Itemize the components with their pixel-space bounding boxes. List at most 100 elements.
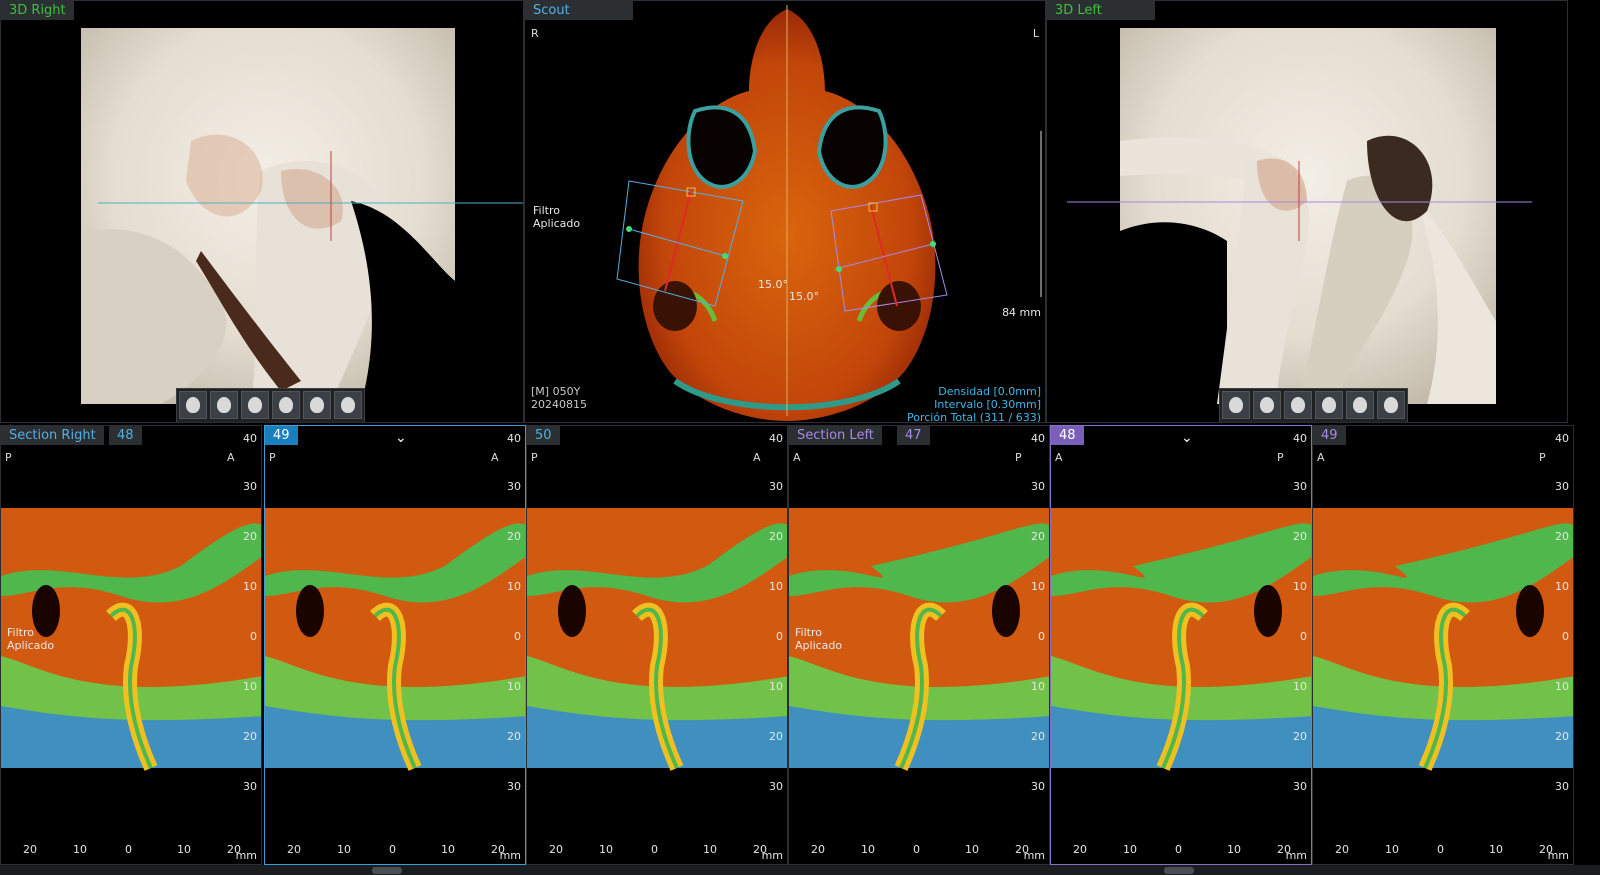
ruler-tick-label: 30 (243, 480, 257, 493)
ruler-tick-label: 10 (243, 680, 257, 693)
horizontal-scrollbar[interactable] (0, 865, 1600, 875)
filter-label: Filtro Aplicado (7, 626, 54, 652)
slice-info: Densidad [0.0mm] Intervalo [0.30mm] Porc… (906, 385, 1041, 423)
ruler-tick-label: 10 (337, 843, 351, 856)
head-front-icon[interactable] (1222, 391, 1250, 419)
slice-number[interactable]: 49 (1313, 426, 1346, 445)
ruler-tick-label: 0 (514, 630, 521, 643)
ruler-tick-label: 20 (769, 530, 783, 543)
view-orientation-toolbar (176, 388, 365, 422)
ruler-tick-label: 10 (507, 680, 521, 693)
head-right-icon[interactable] (210, 391, 238, 419)
view-3d-left[interactable]: 3D Left (1046, 0, 1568, 423)
section-group-title: Section Left (789, 426, 882, 445)
ruler-tick-label: 0 (1562, 630, 1569, 643)
slice-number[interactable]: 48 (109, 426, 142, 445)
section-view-5[interactable]: 48 ⌄ A P 40 30 20 10 0 10 20 30 20 10 0 10 20 mm (1050, 425, 1312, 865)
orientation-label-left: A (793, 451, 801, 464)
portion-label: Porción Total (311 / 633) (906, 411, 1041, 423)
ruler-tick-label: 10 (599, 843, 613, 856)
ruler-tick-label: 0 (1038, 630, 1045, 643)
head-left-icon[interactable] (241, 391, 269, 419)
filter-label: Filtro Aplicado (533, 204, 580, 230)
section-view-2[interactable]: 49 ⌄ P A 40 30 20 10 0 10 20 30 20 10 0 10 20 mm (264, 425, 526, 865)
section-view-3[interactable]: 50 P A 40 30 20 10 0 10 20 30 20 10 0 10 20 mm (526, 425, 788, 865)
angle-right-label: 15.0° (758, 278, 788, 291)
orientation-label-right: A (491, 451, 499, 464)
orientation-label-left: P (269, 451, 276, 464)
filter-line-1: Filtro (533, 204, 560, 217)
ruler-tick-label: 20 (549, 843, 563, 856)
ruler-tick-label: 30 (507, 480, 521, 493)
section-view-6[interactable]: 49 A P 40 30 20 10 0 10 20 30 20 10 0 10 20 mm (1312, 425, 1574, 865)
ruler-tick-label: 20 (507, 530, 521, 543)
slice-number[interactable]: 48 (1051, 426, 1084, 445)
ruler-tick-label: 10 (177, 843, 191, 856)
slice-number[interactable]: 49 (265, 426, 298, 445)
ruler-tick-label: 10 (1555, 580, 1569, 593)
head-bottom-icon[interactable] (1346, 391, 1374, 419)
head-right-icon[interactable] (1253, 391, 1281, 419)
head-bottom-icon[interactable] (303, 391, 331, 419)
ruler-tick-label: 0 (125, 843, 132, 856)
section-view-4[interactable]: Section Left 47 A P Filtro Aplicado 40 30 20 10 0 1… (788, 425, 1050, 865)
ruler-tick-label: 30 (1555, 780, 1569, 793)
ruler-tick-label: 20 (1293, 730, 1307, 743)
ruler-tick-label: 30 (769, 480, 783, 493)
head-top-icon[interactable] (272, 391, 300, 419)
ruler-tick-label: 0 (1300, 630, 1307, 643)
view-3d-right[interactable]: 3D Right (0, 0, 524, 423)
ruler-tick-label: 40 (243, 432, 257, 445)
head-back-icon[interactable] (334, 391, 362, 419)
head-front-icon[interactable] (179, 391, 207, 419)
3d-render-image[interactable] (1, 1, 524, 423)
ruler-tick-label: 10 (861, 843, 875, 856)
filter-line-2: Aplicado (7, 639, 55, 652)
slice-number[interactable]: 50 (527, 426, 560, 445)
ruler-tick-label: 30 (243, 780, 257, 793)
filter-label: Filtro Aplicado (795, 626, 842, 652)
3d-render-image[interactable] (1047, 1, 1568, 423)
ruler-tick-label: 10 (507, 580, 521, 593)
head-top-icon[interactable] (1315, 391, 1343, 419)
section-ct-image[interactable] (265, 426, 526, 865)
ruler-tick-label: 40 (507, 432, 521, 445)
ruler-tick-label: 40 (1555, 432, 1569, 445)
ruler-tick-label: 10 (1031, 680, 1045, 693)
ruler-tick-label: 10 (73, 843, 87, 856)
section-ct-image[interactable] (1051, 426, 1312, 865)
ruler-tick-label: 20 (1555, 730, 1569, 743)
scrollbar-thumb-left[interactable] (1164, 867, 1194, 874)
orientation-label-right: R (531, 27, 539, 40)
scale-label: 84 mm (1002, 306, 1041, 319)
orientation-label-right: P (1015, 451, 1022, 464)
section-group-title: Section Right (1, 426, 104, 445)
slice-number[interactable]: 47 (897, 426, 930, 445)
ruler-tick-label: 20 (507, 730, 521, 743)
ruler-tick-label: 10 (1385, 843, 1399, 856)
double-chevron-down-icon[interactable]: ⌄ (395, 430, 407, 446)
ruler-tick-label: 0 (1437, 843, 1444, 856)
scrollbar-thumb-right[interactable] (372, 867, 402, 874)
view-scout[interactable]: Scout R L Filtro Aplicado 15.0° 15.0° 84… (524, 0, 1046, 423)
ruler-tick-label: 0 (651, 843, 658, 856)
head-left-icon[interactable] (1284, 391, 1312, 419)
double-chevron-down-icon[interactable]: ⌄ (1181, 430, 1193, 446)
section-ct-image[interactable] (527, 426, 788, 865)
section-view-1[interactable]: Section Right 48 P A Filtro Aplicado 40 30 20 10 0… (0, 425, 262, 865)
ruler-tick-label: 10 (769, 580, 783, 593)
ruler-tick-label: 30 (1293, 780, 1307, 793)
ruler-tick-label: 40 (1293, 432, 1307, 445)
ruler-tick-label: 30 (1555, 480, 1569, 493)
ruler-tick-label: 10 (769, 680, 783, 693)
ruler-tick-label: 10 (441, 843, 455, 856)
unit-label: mm (1285, 849, 1307, 862)
unit-label: mm (235, 849, 257, 862)
ruler-tick-label: 0 (1175, 843, 1182, 856)
section-ct-image[interactable] (1313, 426, 1574, 865)
ruler-tick-label: 30 (1031, 480, 1045, 493)
axial-scout-image[interactable] (525, 1, 1046, 423)
orientation-label-left: A (1055, 451, 1063, 464)
head-back-icon[interactable] (1377, 391, 1405, 419)
patient-id: [M] 050Y (531, 385, 581, 398)
